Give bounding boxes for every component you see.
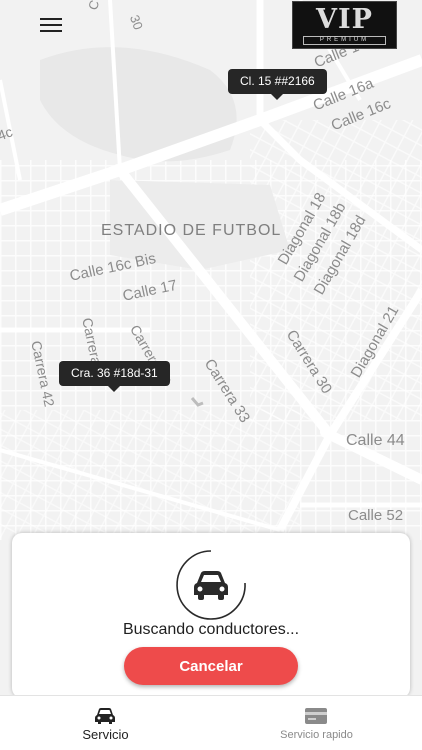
nav-label-servicio: Servicio	[82, 727, 129, 742]
car-icon	[176, 550, 246, 620]
car-icon	[95, 708, 115, 724]
nav-item-servicio[interactable]: Servicio	[0, 696, 211, 750]
searching-drivers-card: Buscando conductores... Cancelar	[12, 533, 410, 698]
bottom-navigation: Servicio Servicio rapido	[0, 695, 422, 750]
card-icon	[305, 708, 327, 724]
cancel-button[interactable]: Cancelar	[124, 647, 298, 685]
nav-item-servicio-rapido[interactable]: Servicio rapido	[211, 696, 422, 750]
street-label: Calle 52	[348, 507, 404, 524]
searching-status-text: Buscando conductores...	[122, 621, 300, 638]
vip-premium-logo: VIP PREMIUM	[292, 1, 397, 49]
destination-address-pin[interactable]: Cra. 36 #18d-31	[59, 361, 170, 392]
hamburger-menu-icon[interactable]	[36, 12, 66, 38]
street-label: Calle 44	[346, 432, 405, 449]
nav-label-servicio-rapido: Servicio rapido	[280, 729, 353, 741]
logo-sub-text: PREMIUM	[303, 36, 386, 45]
logo-main-text: VIP	[316, 4, 373, 35]
landmark-label: ESTADIO DE FUTBOL	[101, 222, 282, 239]
pickup-address-pin[interactable]: Cl. 15 ##2166	[228, 69, 327, 100]
